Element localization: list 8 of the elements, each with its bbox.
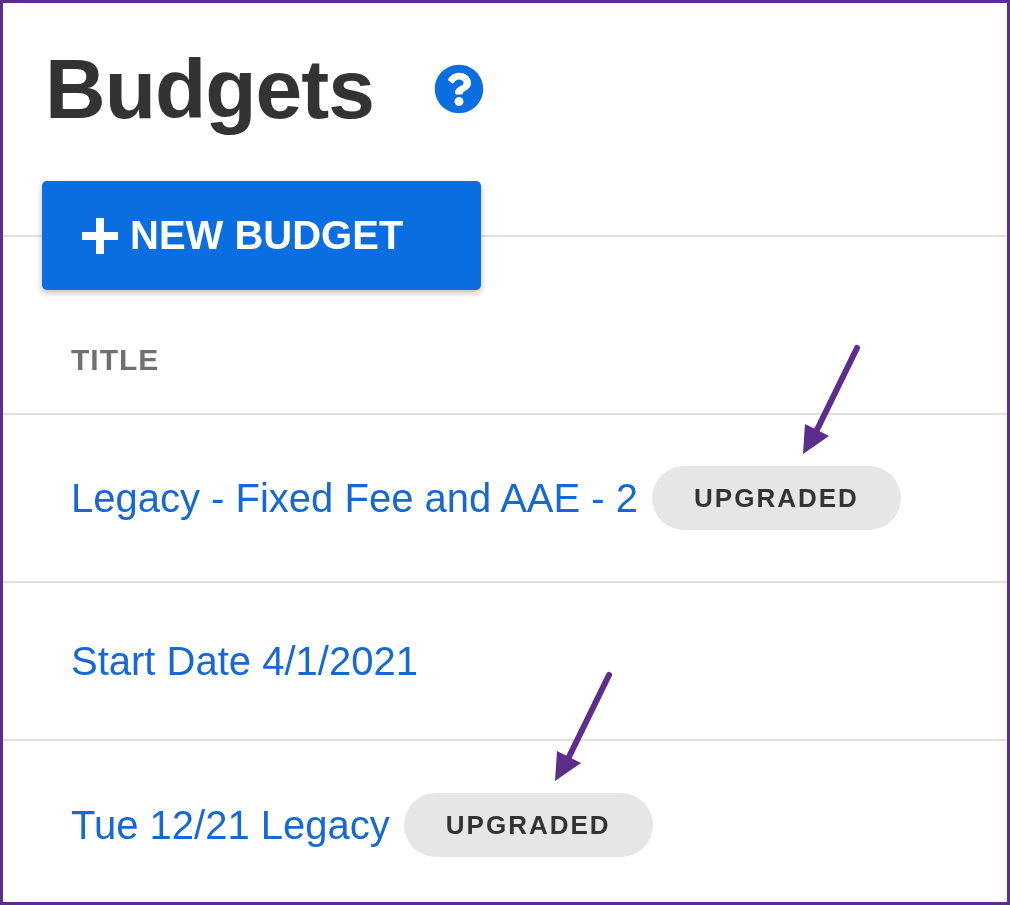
budget-link[interactable]: Legacy - Fixed Fee and AAE - 2 [71,475,638,521]
budget-link[interactable]: Start Date 4/1/2021 [71,638,418,684]
status-badge: UPGRADED [652,466,901,530]
page-title: Budgets [45,40,374,138]
status-badge: UPGRADED [403,793,653,857]
budget-link[interactable]: Tue 12/21 Legacy [71,802,390,848]
plus-icon [82,217,118,254]
help-icon[interactable] [434,64,484,114]
